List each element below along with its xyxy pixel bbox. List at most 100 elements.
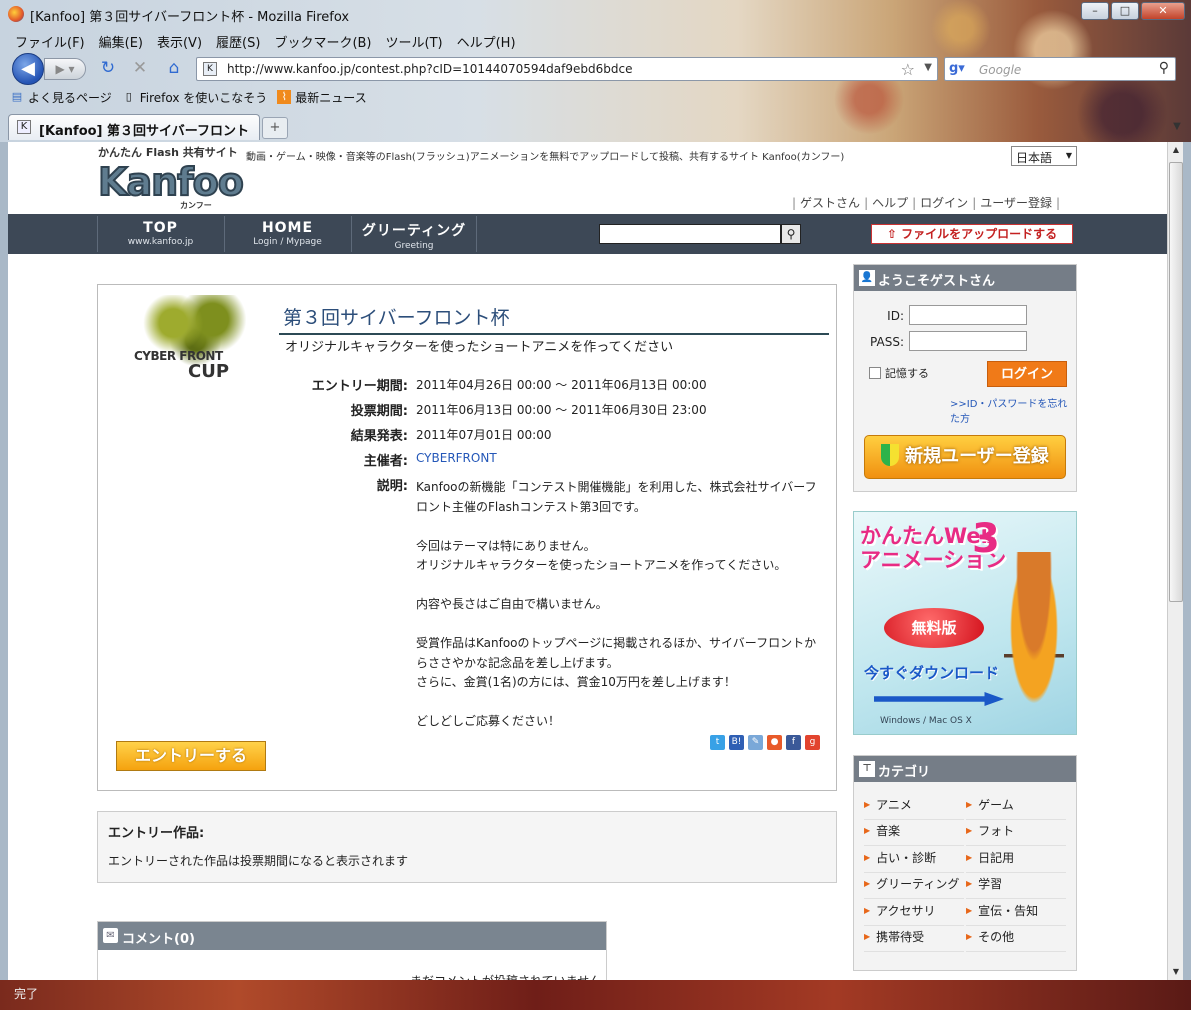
- site-logo[interactable]: Kanfoo: [97, 159, 245, 205]
- maximize-button[interactable]: □: [1111, 2, 1139, 20]
- reload-icon[interactable]: ↻: [98, 59, 118, 77]
- share-icons: t B! ✎ ● f g: [710, 735, 824, 750]
- organizer-link[interactable]: CYBERFRONT: [416, 451, 497, 465]
- nav-greeting[interactable]: グリーティング Greeting: [351, 216, 477, 252]
- category-label: 携帯待受: [876, 930, 925, 944]
- remember-checkbox[interactable]: [869, 367, 881, 379]
- menu-history[interactable]: 履歴(S): [209, 29, 267, 51]
- home-icon[interactable]: ⌂: [164, 59, 184, 77]
- description-paragraph: 内容や長さはご自由で構いません。: [416, 597, 608, 611]
- close-button[interactable]: ✕: [1141, 2, 1185, 20]
- chevron-down-icon: ▼: [1065, 151, 1072, 160]
- minimize-button[interactable]: –: [1081, 2, 1109, 20]
- guest-link[interactable]: ゲストさん: [800, 196, 860, 210]
- scroll-up-icon[interactable]: ▲: [1168, 142, 1184, 158]
- google-icon[interactable]: g▾: [949, 61, 965, 77]
- window-border-right: [1183, 142, 1191, 980]
- category-item[interactable]: ▶ ゲーム: [966, 796, 1066, 820]
- help-link[interactable]: ヘルプ: [872, 196, 908, 210]
- buzz-icon[interactable]: ●: [767, 735, 782, 750]
- remember-me[interactable]: 記憶する: [869, 365, 929, 381]
- category-item[interactable]: ▶ グリーティング: [864, 875, 964, 899]
- category-label: ゲーム: [978, 798, 1014, 812]
- bookmark-star-icon[interactable]: ☆: [901, 60, 915, 79]
- menu-help[interactable]: ヘルプ(H): [450, 29, 523, 51]
- category-item[interactable]: ▶ 携帯待受: [864, 928, 964, 952]
- site-search-input[interactable]: [599, 224, 781, 244]
- category-item[interactable]: ▶ 宣伝・告知: [966, 902, 1066, 926]
- entry-button[interactable]: エントリーする: [116, 741, 266, 771]
- vertical-scrollbar[interactable]: ▲ ▼: [1167, 142, 1183, 980]
- menu-view[interactable]: 表示(V): [150, 29, 209, 51]
- category-item[interactable]: ▶ 学習: [966, 875, 1066, 899]
- upload-button[interactable]: ⇧ ファイルをアップロードする: [871, 224, 1073, 244]
- category-item[interactable]: ▶ 音楽: [864, 822, 964, 846]
- search-bar[interactable]: g▾ Google ⚲: [944, 57, 1176, 81]
- back-button[interactable]: ◀: [12, 53, 44, 85]
- new-tab-button[interactable]: +: [262, 117, 288, 139]
- menu-tools[interactable]: ツール(T): [379, 29, 450, 51]
- id-label: ID:: [887, 309, 904, 323]
- comments-title: コメント(0): [122, 932, 195, 947]
- menu-file[interactable]: ファイル(F): [8, 29, 92, 51]
- search-icon[interactable]: ⚲: [1159, 60, 1169, 76]
- remember-label: 記憶する: [885, 367, 929, 380]
- facebook-icon[interactable]: f: [786, 735, 801, 750]
- forward-button[interactable]: ▶ ▾: [44, 58, 86, 80]
- arrow-right-icon: [874, 692, 1004, 706]
- category-item[interactable]: ▶ その他: [966, 928, 1066, 952]
- id-input[interactable]: [909, 305, 1027, 325]
- nav-home[interactable]: HOME Login / Mypage: [224, 216, 350, 252]
- stop-icon[interactable]: ✕: [130, 59, 150, 77]
- category-item[interactable]: ▶ 日記用: [966, 849, 1066, 873]
- tab-list-icon[interactable]: ▼: [1169, 118, 1185, 136]
- category-label: アクセサリ: [876, 904, 936, 918]
- status-bar: 完了: [0, 980, 1191, 1010]
- site-search-button[interactable]: ⚲: [781, 224, 801, 244]
- category-item[interactable]: ▶ フォト: [966, 822, 1066, 846]
- bookmark-getting-started[interactable]: ▯ Firefox を使いこなそう: [122, 86, 268, 108]
- category-item[interactable]: ▶ アニメ: [864, 796, 964, 820]
- google-share-icon[interactable]: g: [805, 735, 820, 750]
- tab-current[interactable]: K [Kanfoo] 第３回サイバーフロント杯: [8, 114, 260, 158]
- contest-description: Kanfooの新機能「コンテスト開催機能」を利用した、株式会社サイバーフロント主…: [416, 478, 828, 751]
- ad-number: 3: [972, 516, 1000, 562]
- password-input[interactable]: [909, 331, 1027, 351]
- site-header: かんたん Flash 共有サイト Kanfoo カンフー 動画・ゲーム・映像・音…: [8, 142, 1167, 214]
- bullet-icon: ▶: [966, 879, 973, 888]
- category-item[interactable]: ▶ アクセサリ: [864, 902, 964, 926]
- register-button[interactable]: 新規ユーザー登録: [864, 435, 1066, 479]
- nav-sublabel: www.kanfoo.jp: [127, 237, 194, 247]
- register-link[interactable]: ユーザー登録: [980, 196, 1052, 210]
- logo-tagline: かんたん Flash 共有サイト: [98, 146, 238, 159]
- menu-edit[interactable]: 編集(E): [92, 29, 150, 51]
- bullet-icon: ▶: [966, 826, 973, 835]
- clip-icon[interactable]: ✎: [748, 735, 763, 750]
- twitter-icon[interactable]: t: [710, 735, 725, 750]
- scroll-thumb[interactable]: [1169, 162, 1183, 602]
- advertisement-banner[interactable]: かんたんWeb アニメーション 3 無料版 今すぐダウンロード Windows …: [853, 511, 1077, 735]
- ad-character-illustration: [1004, 552, 1064, 722]
- bookmark-label: 最新ニュース: [295, 90, 367, 105]
- forgot-password-link[interactable]: >>ID・パスワードを忘れた方: [950, 395, 1076, 425]
- url-text: http://www.kanfoo.jp/contest.php?cID=101…: [227, 62, 633, 76]
- address-bar[interactable]: K http://www.kanfoo.jp/contest.php?cID=1…: [196, 57, 938, 81]
- url-dropdown-icon[interactable]: ▼: [924, 62, 932, 73]
- bookmark-most-visited[interactable]: ▤ よく見るページ: [10, 86, 112, 108]
- category-item[interactable]: ▶ 占い・診断: [864, 849, 964, 873]
- nav-label: TOP: [143, 220, 178, 236]
- bookmark-latest-news[interactable]: ⌇ 最新ニュース: [277, 86, 367, 108]
- scroll-down-icon[interactable]: ▼: [1168, 964, 1184, 980]
- info-label: エントリー期間:: [311, 379, 408, 394]
- language-select[interactable]: 日本語 ▼: [1011, 146, 1077, 166]
- entries-text: エントリーされた作品は投票期間になると表示されます: [108, 854, 409, 868]
- info-label: 結果発表:: [350, 429, 408, 444]
- ad-os-text: Windows / Mac OS X: [880, 716, 972, 726]
- category-label: 日記用: [978, 851, 1015, 865]
- nav-top[interactable]: TOP www.kanfoo.jp: [97, 216, 223, 252]
- hatena-bookmark-icon[interactable]: B!: [729, 735, 744, 750]
- user-links: | ゲストさん | ヘルプ | ログイン | ユーザー登録 |: [792, 196, 1061, 210]
- login-button[interactable]: ログイン: [987, 361, 1067, 387]
- menu-bookmarks[interactable]: ブックマーク(B): [267, 29, 378, 51]
- login-link[interactable]: ログイン: [920, 196, 968, 210]
